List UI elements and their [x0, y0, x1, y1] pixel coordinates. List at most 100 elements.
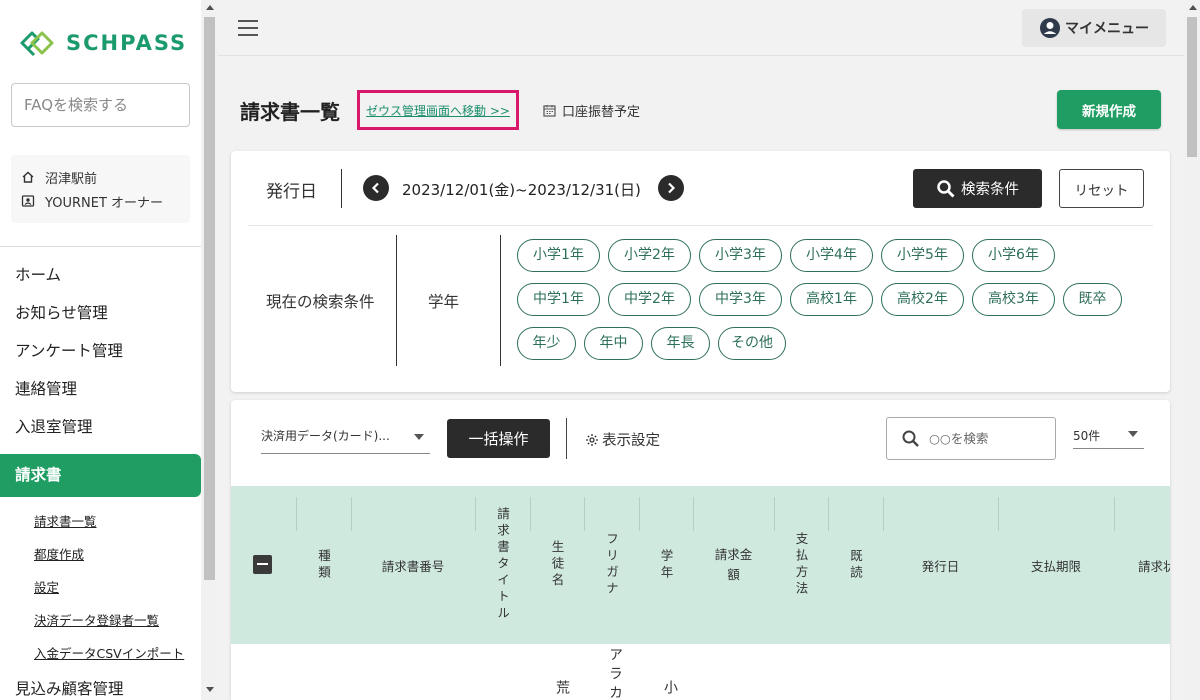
- chip-grade[interactable]: 高校2年: [881, 283, 964, 316]
- subnav-invoice-list[interactable]: 請求書一覧: [0, 505, 201, 538]
- display-settings-label: 表示設定: [602, 433, 660, 449]
- faq-search-input[interactable]: [11, 83, 190, 127]
- reset-button[interactable]: リセット: [1059, 169, 1144, 208]
- sidebar-item-contacts[interactable]: 連絡管理: [0, 370, 201, 408]
- invoice-subnav: 請求書一覧 都度作成 設定 決済データ登録者一覧 入金データCSVインポート: [0, 497, 201, 670]
- chip-grade[interactable]: 小学1年: [517, 239, 600, 272]
- column-header-due-date[interactable]: 支払期限: [998, 486, 1114, 644]
- table-search-input[interactable]: [929, 431, 1039, 446]
- next-month-button[interactable]: [658, 175, 684, 201]
- sidebar-nav: ホーム お知らせ管理 アンケート管理 連絡管理 入退室管理 請求書 請求書一覧 …: [0, 256, 201, 700]
- sidebar-item-surveys[interactable]: アンケート管理: [0, 332, 201, 370]
- cond-divider-1: [396, 235, 397, 366]
- chip-grade[interactable]: 小学5年: [881, 239, 964, 272]
- chevron-left-icon: [371, 182, 379, 194]
- schpass-logo-icon: [20, 31, 54, 57]
- gear-icon: [586, 433, 598, 446]
- column-header-invoice-title[interactable]: 請求書タイトル: [475, 486, 530, 644]
- main-scrollbar[interactable]: [1184, 0, 1200, 700]
- per-page-select[interactable]: 50件: [1073, 419, 1144, 449]
- chip-grade[interactable]: 中学1年: [517, 283, 600, 316]
- column-header-grade[interactable]: 学年: [639, 486, 693, 644]
- chip-grade[interactable]: 小学6年: [972, 239, 1055, 272]
- search-icon: [902, 430, 919, 447]
- scroll-up-arrow[interactable]: [206, 5, 214, 10]
- schpass-logo[interactable]: SCHPASS: [18, 28, 187, 58]
- subnav-payment-registrants[interactable]: 決済データ登録者一覧: [0, 604, 201, 637]
- search-conditions-button[interactable]: 検索条件: [913, 169, 1042, 208]
- main-scroll-thumb[interactable]: [1187, 17, 1197, 157]
- filter-divider: [341, 169, 342, 208]
- column-header-invoice-status[interactable]: 請求状: [1114, 486, 1170, 644]
- payment-data-select[interactable]: 決済用データ(カード)...: [261, 419, 430, 454]
- chip-grade[interactable]: 高校1年: [790, 283, 873, 316]
- my-menu-button[interactable]: マイメニュー: [1022, 9, 1166, 47]
- sidebar-item-invoices[interactable]: 請求書: [0, 454, 201, 497]
- date-range-text: 2023/12/01(金)~2023/12/31(日): [402, 181, 641, 199]
- new-invoice-button[interactable]: 新規作成: [1057, 90, 1161, 129]
- sidebar-item-notices[interactable]: お知らせ管理: [0, 294, 201, 332]
- sidebar-divider: [0, 246, 201, 247]
- current-conditions-label: 現在の検索条件: [266, 293, 375, 311]
- chevron-down-icon: [414, 434, 424, 440]
- topbar: マイメニュー: [218, 0, 1184, 56]
- scroll-down-arrow[interactable]: [206, 687, 214, 692]
- table-row[interactable]: 荒 アラカ 小: [231, 644, 1170, 700]
- column-header-payment-method[interactable]: 支払方法: [774, 486, 828, 644]
- cell-student-name: 荒: [554, 680, 570, 699]
- chip-grade[interactable]: 年少: [517, 327, 576, 360]
- zeus-admin-link[interactable]: ゼウス管理画面へ移動 >>: [357, 90, 519, 130]
- subnav-one-time-create[interactable]: 都度作成: [0, 538, 201, 571]
- grade-label: 学年: [428, 293, 460, 311]
- main-scroll-up-arrow[interactable]: [1189, 5, 1197, 10]
- school-name: 沼津駅前: [45, 171, 98, 187]
- sidebar-scrollbar[interactable]: [201, 0, 218, 700]
- select-all-checkbox[interactable]: [253, 555, 272, 574]
- column-header-amount[interactable]: 請求金額: [693, 486, 774, 644]
- cell-furigana: アラカ: [607, 647, 623, 700]
- bulk-action-button[interactable]: 一括操作: [447, 419, 550, 458]
- chip-grade[interactable]: 年中: [584, 327, 643, 360]
- subnav-settings[interactable]: 設定: [0, 571, 201, 604]
- search-icon: [937, 179, 955, 198]
- hamburger-menu-icon[interactable]: [238, 20, 258, 41]
- column-header-student-name[interactable]: 生徒名: [530, 486, 584, 644]
- search-conditions-label: 検索条件: [961, 182, 1019, 198]
- column-header-type[interactable]: 種類: [296, 486, 351, 644]
- chip-grade[interactable]: 高校3年: [972, 283, 1055, 316]
- subnav-csv-import[interactable]: 入金データCSVインポート: [0, 637, 201, 670]
- table-search-field[interactable]: [886, 417, 1056, 460]
- chip-grade[interactable]: 小学4年: [790, 239, 873, 272]
- cell-grade: 小: [662, 680, 678, 699]
- prev-month-button[interactable]: [363, 175, 389, 201]
- table-header: 種類 請求書番号 請求書タイトル 生徒名 フリガナ 学年 請求金額 支払方法 既…: [231, 486, 1170, 644]
- chip-grade[interactable]: 小学3年: [699, 239, 782, 272]
- column-header-issue-date[interactable]: 発行日: [883, 486, 998, 644]
- sidebar-item-prospects[interactable]: 見込み顧客管理: [0, 670, 201, 700]
- home-icon: [22, 171, 34, 183]
- display-settings-button[interactable]: 表示設定: [585, 429, 660, 450]
- chip-grade[interactable]: 年長: [651, 327, 710, 360]
- invoice-table-card: 決済用データ(カード)... 一括操作 表示設定 50件 種類 請求書番号 請求…: [231, 400, 1170, 700]
- column-header-read[interactable]: 既読: [828, 486, 883, 644]
- chevron-down-icon: [1128, 431, 1138, 437]
- cond-divider-2: [500, 235, 501, 366]
- chip-grade[interactable]: その他: [718, 327, 786, 360]
- my-menu-label: マイメニュー: [1065, 21, 1149, 37]
- chip-grade[interactable]: 既卒: [1063, 283, 1122, 316]
- filter-separator: [248, 225, 1153, 226]
- sidebar-item-home[interactable]: ホーム: [0, 256, 201, 294]
- sidebar-item-attendance[interactable]: 入退室管理: [0, 408, 201, 446]
- account-circle-icon: [1040, 18, 1060, 38]
- account-transfer-schedule-link[interactable]: 口座振替予定: [543, 101, 640, 120]
- filter-card: 発行日 2023/12/01(金)~2023/12/31(日) 検索条件 リセッ…: [231, 151, 1170, 392]
- chip-grade[interactable]: 小学2年: [608, 239, 691, 272]
- user-row: YOURNET オーナー: [21, 189, 180, 213]
- sidebar-scroll-thumb[interactable]: [204, 17, 215, 580]
- column-header-invoice-number[interactable]: 請求書番号: [351, 486, 475, 644]
- chip-grade[interactable]: 中学3年: [699, 283, 782, 316]
- column-header-furigana[interactable]: フリガナ: [584, 486, 639, 644]
- chevron-right-icon: [668, 182, 676, 194]
- chip-grade[interactable]: 中学2年: [608, 283, 691, 316]
- toolbar-divider: [566, 418, 567, 459]
